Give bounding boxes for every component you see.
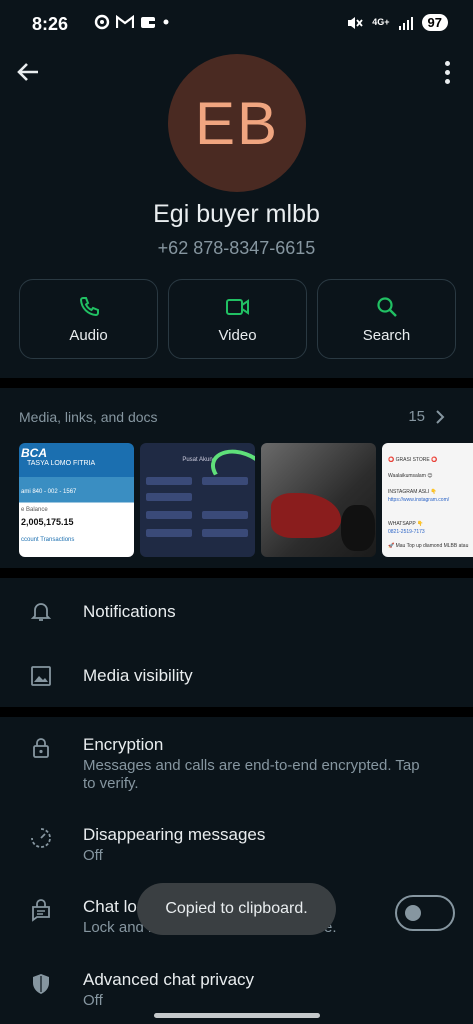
status-bar: 8:26 4G+ 97 [0, 0, 473, 50]
shield-icon [33, 974, 49, 994]
status-time: 8:26 [32, 14, 69, 34]
advanced-privacy-row[interactable]: Advanced chat privacy Off [0, 958, 473, 1018]
advanced-privacy-title: Advanced chat privacy [83, 970, 255, 989]
action-buttons: Audio Video Search [19, 279, 456, 359]
media-title: Media, links, and docs [19, 408, 158, 425]
audio-label: Audio [69, 326, 108, 344]
notification-icons [94, 14, 170, 30]
wallet-icon [141, 17, 155, 28]
media-thumb-store[interactable]: ⭕ GRASI STORE ⭕ Waalaikumsalam 😊 INSTAGR… [382, 443, 473, 557]
media-count: 15 [408, 408, 445, 425]
gmail-icon [116, 15, 134, 28]
home-indicator[interactable] [154, 1013, 320, 1018]
media-visibility-row[interactable]: Media visibility [0, 644, 473, 708]
more-options-button[interactable] [435, 58, 459, 86]
lock-icon [33, 738, 49, 758]
search-icon [376, 296, 397, 317]
system-icons: 4G+ 97 [346, 14, 448, 31]
search-button[interactable]: Search [317, 279, 456, 359]
video-icon [225, 298, 249, 315]
avatar-initials: EB [194, 89, 280, 157]
notifications-row[interactable]: Notifications [0, 580, 473, 644]
encryption-row[interactable]: Encryption Messages and calls are end-to… [0, 720, 473, 810]
contact-phone[interactable]: +62 878-8347-6615 [0, 238, 473, 259]
video-call-button[interactable]: Video [168, 279, 307, 359]
disappearing-messages-row[interactable]: Disappearing messages Off [0, 812, 473, 876]
network-type: 4G+ [372, 17, 390, 27]
notifications-label: Notifications [83, 602, 176, 621]
battery-level: 97 [421, 14, 448, 31]
audio-call-button[interactable]: Audio [19, 279, 158, 359]
media-visibility-label: Media visibility [83, 666, 193, 685]
chat-lock-icon [32, 899, 50, 922]
chat-lock-toggle[interactable] [395, 895, 455, 931]
encryption-subtitle: Messages and calls are end-to-end encryp… [83, 757, 420, 792]
toast-message: Copied to clipboard. [137, 883, 336, 935]
media-thumb-motorbike[interactable] [261, 443, 376, 557]
section-divider [0, 378, 473, 388]
back-arrow-icon [17, 63, 38, 81]
section-divider [0, 707, 473, 717]
disappearing-subtitle: Off [83, 847, 103, 864]
disappearing-title: Disappearing messages [83, 825, 266, 844]
dot-icon [163, 19, 169, 25]
chevron-right-icon [436, 409, 445, 424]
section-divider [0, 568, 473, 578]
image-icon [31, 666, 51, 686]
mute-icon [348, 16, 363, 29]
media-thumbnails: BCA TASYA LOMO FITRIA ami 840 - 002 - 15… [19, 443, 473, 557]
contact-avatar[interactable]: EB [168, 54, 306, 192]
timer-icon [31, 828, 51, 848]
more-vert-icon [444, 60, 450, 66]
advanced-privacy-subtitle: Off [83, 992, 103, 1009]
search-label: Search [362, 326, 411, 344]
media-thumb-account[interactable]: Pusat Akun [140, 443, 255, 557]
toggle-knob [405, 905, 421, 921]
encryption-title: Encryption [83, 735, 164, 754]
media-header[interactable]: Media, links, and docs 15 [19, 408, 445, 425]
signal-icon [398, 16, 413, 30]
phone-icon [79, 296, 99, 316]
sync-icon [94, 14, 110, 30]
media-thumb-bank[interactable]: BCA TASYA LOMO FITRIA ami 840 - 002 - 15… [19, 443, 134, 557]
video-label: Video [218, 326, 257, 344]
bell-icon [30, 603, 52, 621]
contact-name[interactable]: Egi buyer mlbb [0, 200, 473, 229]
back-button[interactable] [14, 58, 42, 86]
